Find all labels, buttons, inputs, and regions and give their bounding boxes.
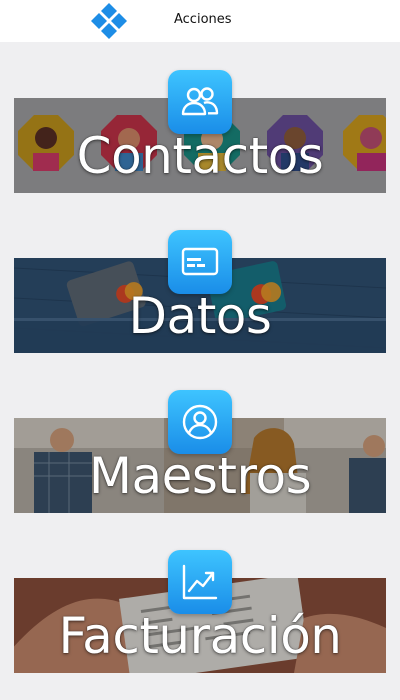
card-icon [181, 247, 219, 276]
menu-label: Maestros [88, 447, 312, 505]
menu-card-facturacion[interactable]: Facturación [0, 550, 400, 700]
menu-label: Facturación [58, 607, 342, 665]
diamond-grid-icon[interactable] [88, 2, 130, 40]
user-circle-icon [182, 404, 218, 440]
people-icon [181, 87, 219, 116]
page-title: Acciones [174, 12, 232, 27]
masters-tile[interactable] [168, 390, 232, 454]
menu-label: Contactos [76, 127, 324, 185]
menu-card-maestros[interactable]: Maestros [0, 390, 400, 540]
menu-card-contactos[interactable]: Contactos [0, 70, 400, 220]
contacts-tile[interactable] [168, 70, 232, 134]
top-bar: Acciones [0, 0, 400, 42]
chart-trend-icon [182, 564, 218, 600]
menu-label: Datos [128, 287, 272, 345]
menu-card-datos[interactable]: Datos [0, 230, 400, 380]
billing-tile[interactable] [168, 550, 232, 614]
data-tile[interactable] [168, 230, 232, 294]
